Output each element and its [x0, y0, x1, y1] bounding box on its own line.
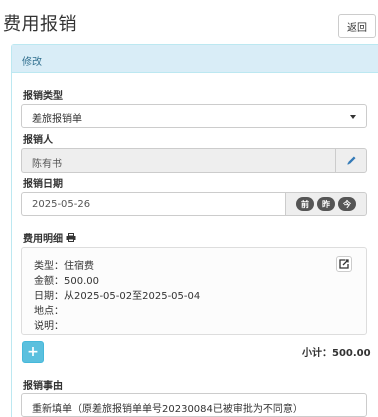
copy-icon	[339, 259, 349, 269]
details-label: 费用明细	[23, 234, 63, 245]
person-field: 陈有书	[21, 148, 335, 173]
expense-place: 地点：	[34, 306, 64, 317]
date-today-button[interactable]: 今	[338, 197, 356, 211]
print-icon[interactable]	[66, 233, 76, 242]
date-shortcuts: 前 昨 今	[285, 192, 367, 216]
date-yesterday-button[interactable]: 昨	[317, 197, 335, 211]
person-value: 陈有书	[32, 159, 62, 170]
expense-type: 类型：住宿费	[34, 261, 94, 272]
reason-input[interactable]: 重新填单（原差旅报销单单号20230084已被审批为不同意）	[21, 393, 367, 417]
expense-amount: 金额：500.00	[34, 276, 99, 287]
subtotal-value: 500.00	[332, 348, 371, 359]
back-button[interactable]: 返回	[338, 14, 376, 38]
date-input[interactable]: 2025-05-26	[21, 192, 285, 216]
edit-item-button[interactable]	[336, 256, 352, 272]
type-label: 报销类型	[23, 91, 63, 102]
select-person-button[interactable]	[335, 148, 367, 173]
expense-item: 类型：住宿费 金额：500.00 日期：从2025-05-02至2025-05-…	[21, 247, 367, 335]
expense-date: 日期：从2025-05-02至2025-05-04	[34, 291, 201, 302]
pencil-icon	[346, 156, 356, 165]
page-title: 费用报销	[3, 14, 77, 35]
subtotal: 小计：500.00	[302, 344, 371, 359]
subtotal-label: 小计：	[302, 348, 332, 359]
date-before-button[interactable]: 前	[296, 197, 314, 211]
type-select-value: 差旅报销单	[32, 114, 82, 125]
date-label: 报销日期	[23, 179, 63, 190]
reason-value: 重新填单（原差旅报销单单号20230084已被审批为不同意）	[32, 404, 303, 415]
caret-down-icon	[350, 115, 356, 119]
type-select[interactable]: 差旅报销单	[21, 104, 367, 128]
reason-label: 报销事由	[23, 381, 63, 392]
details-label-row: 费用明细	[23, 230, 76, 245]
add-expense-button[interactable]: +	[22, 341, 44, 363]
panel-heading: 修改	[12, 45, 378, 73]
person-label: 报销人	[23, 135, 53, 146]
date-value: 2025-05-26	[32, 199, 91, 210]
expense-note: 说明：	[34, 321, 64, 332]
